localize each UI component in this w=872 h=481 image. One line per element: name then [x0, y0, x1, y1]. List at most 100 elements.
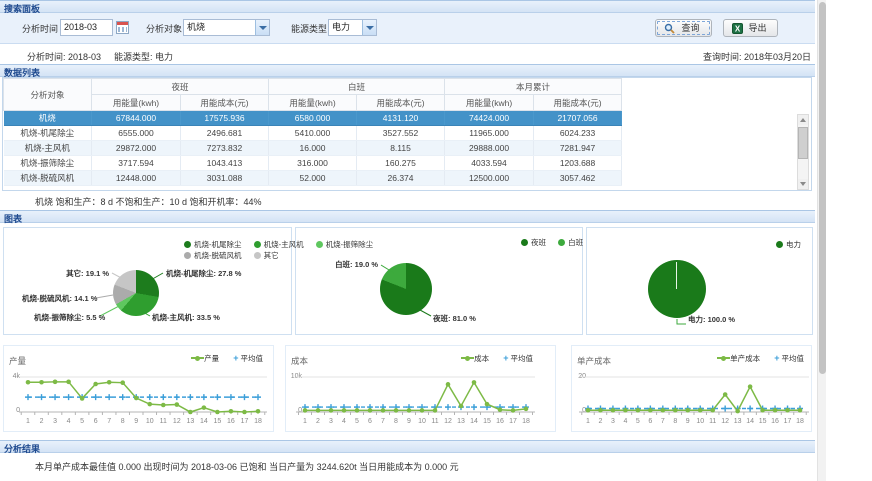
line-chart-cost: 成本 成本 +平均值 10k 0 12345678910111213141516… [285, 345, 556, 432]
legend-item[interactable]: 机烧-机尾除尘 [184, 239, 242, 250]
col-header-energy[interactable]: 用能量(kwh) [445, 95, 534, 111]
svg-text:5: 5 [80, 418, 84, 425]
svg-text:10: 10 [418, 418, 426, 425]
table-row[interactable]: 机烧67844.00017575.9366580.0004131.1207442… [4, 111, 622, 126]
main-content: 搜索面板 分析时间 2018-03 分析对象 机烧 能源类型 电力 查询 [0, 0, 815, 481]
col-header-energy[interactable]: 用能量(kwh) [92, 95, 181, 111]
svg-text:10: 10 [696, 418, 704, 425]
svg-text:X: X [735, 24, 741, 33]
pie-object-share [113, 270, 159, 316]
export-button[interactable]: X 导出 [723, 19, 778, 37]
svg-text:17: 17 [784, 418, 792, 425]
table-scrollbar-thumb[interactable] [798, 127, 808, 159]
table-row[interactable]: 机烧-机尾除尘6555.0002496.6815410.0003527.5521… [4, 126, 622, 141]
legend-item[interactable]: 其它 [254, 250, 279, 261]
svg-text:15: 15 [214, 418, 222, 425]
page-scrollbar[interactable] [817, 0, 826, 481]
pie3-legend: 电力 [776, 239, 811, 250]
svg-text:14: 14 [200, 418, 208, 425]
svg-text:12: 12 [173, 418, 181, 425]
analysis-result-text: 本月单产成本最佳值 0.000 出现时间为 2018-03-06 已饱和 当日产… [35, 460, 459, 473]
svg-text:6: 6 [648, 418, 652, 425]
analysis-object-label: 分析对象 [146, 22, 182, 35]
col-group-day[interactable]: 白班 [269, 79, 445, 95]
table-row[interactable]: 机烧-脱硫风机12448.0003031.08852.00026.3741250… [4, 171, 622, 186]
legend-item[interactable]: 机烧-脱硫风机 [184, 250, 242, 261]
scroll-down-icon[interactable] [798, 179, 808, 189]
svg-text:15: 15 [759, 418, 767, 425]
col-group-night[interactable]: 夜班 [92, 79, 269, 95]
svg-text:2: 2 [316, 418, 320, 425]
cost-plot: 123456789101112131415161718 [286, 346, 555, 431]
svg-text:9: 9 [407, 418, 411, 425]
pie-shift-share [380, 263, 432, 315]
svg-text:18: 18 [796, 418, 804, 425]
svg-text:15: 15 [483, 418, 491, 425]
legend-item[interactable]: 白班 [558, 237, 583, 248]
col-header-cost[interactable]: 用能成本(元) [181, 95, 269, 111]
legend-dot [316, 241, 323, 248]
page-scrollbar-thumb[interactable] [819, 2, 826, 374]
svg-text:11: 11 [160, 418, 167, 425]
col-header-object[interactable]: 分析对象 [4, 79, 92, 111]
svg-text:16: 16 [496, 418, 504, 425]
svg-text:4: 4 [342, 418, 346, 425]
col-group-month[interactable]: 本月累计 [445, 79, 622, 95]
pie-label-main-fan: 机烧-主风机: 33.5 % [152, 312, 220, 323]
legend-item[interactable]: 夜班 [521, 237, 546, 248]
svg-text:7: 7 [661, 418, 665, 425]
legend-item[interactable]: 机烧-振筛除尘 [316, 239, 374, 250]
legend-dot [254, 241, 261, 248]
query-button[interactable]: 查询 [655, 19, 712, 37]
table-row[interactable]: 机烧-振筛除尘3717.5941043.413316.000160.275403… [4, 156, 622, 171]
svg-text:9: 9 [134, 418, 138, 425]
svg-text:17: 17 [241, 418, 249, 425]
col-header-cost[interactable]: 用能成本(元) [534, 95, 622, 111]
search-summary: 分析时间: 2018-03 能源类型: 电力 查询时间: 2018年03月20日 [0, 45, 815, 64]
pie-label-screen-dust: 机烧-振筛除尘: 5.5 % [34, 312, 105, 323]
energy-type-label: 能源类型 [291, 22, 327, 35]
calendar-icon[interactable] [116, 21, 129, 34]
pie-label-tail-dust: 机烧-机尾除尘: 27.8 % [166, 268, 241, 279]
svg-text:6: 6 [368, 418, 372, 425]
svg-text:1: 1 [26, 418, 30, 425]
col-header-energy[interactable]: 用能量(kwh) [269, 95, 357, 111]
svg-text:18: 18 [522, 418, 530, 425]
production-plot: 123456789101112131415161718 [4, 346, 273, 431]
legend-item[interactable]: 机烧-主风机 [254, 239, 304, 250]
table-row[interactable]: 机烧-主风机29872.0007273.83216.0008.11529888.… [4, 141, 622, 156]
svg-text:1: 1 [586, 418, 590, 425]
svg-text:14: 14 [470, 418, 478, 425]
svg-text:8: 8 [394, 418, 398, 425]
svg-text:2: 2 [599, 418, 603, 425]
search-form: 分析时间 2018-03 分析对象 机烧 能源类型 电力 查询 [0, 13, 815, 44]
chevron-down-icon[interactable] [255, 20, 269, 35]
pie-energy-share [648, 260, 706, 318]
svg-text:12: 12 [721, 418, 729, 425]
svg-text:8: 8 [673, 418, 677, 425]
pie1-legend-row1: 机烧-机尾除尘 机烧-主风机 机烧-振筛除尘 [184, 239, 383, 250]
energy-type-select[interactable]: 电力 [328, 19, 377, 36]
pie-label-desulf-fan: 机烧-脱硫风机: 14.1 % [22, 293, 97, 304]
pie-chart-object-share: 机烧-机尾除尘 机烧-主风机 机烧-振筛除尘 机烧-脱硫风机 其它 其它: 19… [3, 227, 292, 335]
svg-text:12: 12 [444, 418, 452, 425]
analysis-object-select[interactable]: 机烧 [183, 19, 270, 36]
col-header-cost[interactable]: 用能成本(元) [357, 95, 445, 111]
svg-text:11: 11 [709, 418, 716, 425]
charts-panel-title: 图表 [4, 212, 22, 225]
svg-text:16: 16 [227, 418, 235, 425]
svg-text:5: 5 [636, 418, 640, 425]
svg-text:16: 16 [771, 418, 779, 425]
pie-chart-energy-share: 电力 电力: 100.0 % [586, 227, 813, 335]
analysis-result-title: 分析结果 [4, 442, 40, 455]
pie1-legend-row2: 机烧-脱硫风机 其它 [184, 250, 289, 261]
scroll-up-icon[interactable] [798, 115, 808, 125]
table-scrollbar[interactable] [797, 114, 809, 190]
analysis-object-value: 机烧 [187, 22, 205, 32]
legend-item[interactable]: 电力 [776, 239, 801, 250]
table-body: 机烧67844.00017575.9366580.0004131.1207442… [4, 111, 622, 186]
chevron-down-icon[interactable] [362, 20, 376, 35]
saturation-note: 机烧 饱和生产：8 d 不饱和生产：10 d 饱和开机率：44% [35, 195, 262, 208]
analysis-time-input[interactable]: 2018-03 [60, 19, 113, 36]
export-button-label: 导出 [748, 23, 766, 33]
